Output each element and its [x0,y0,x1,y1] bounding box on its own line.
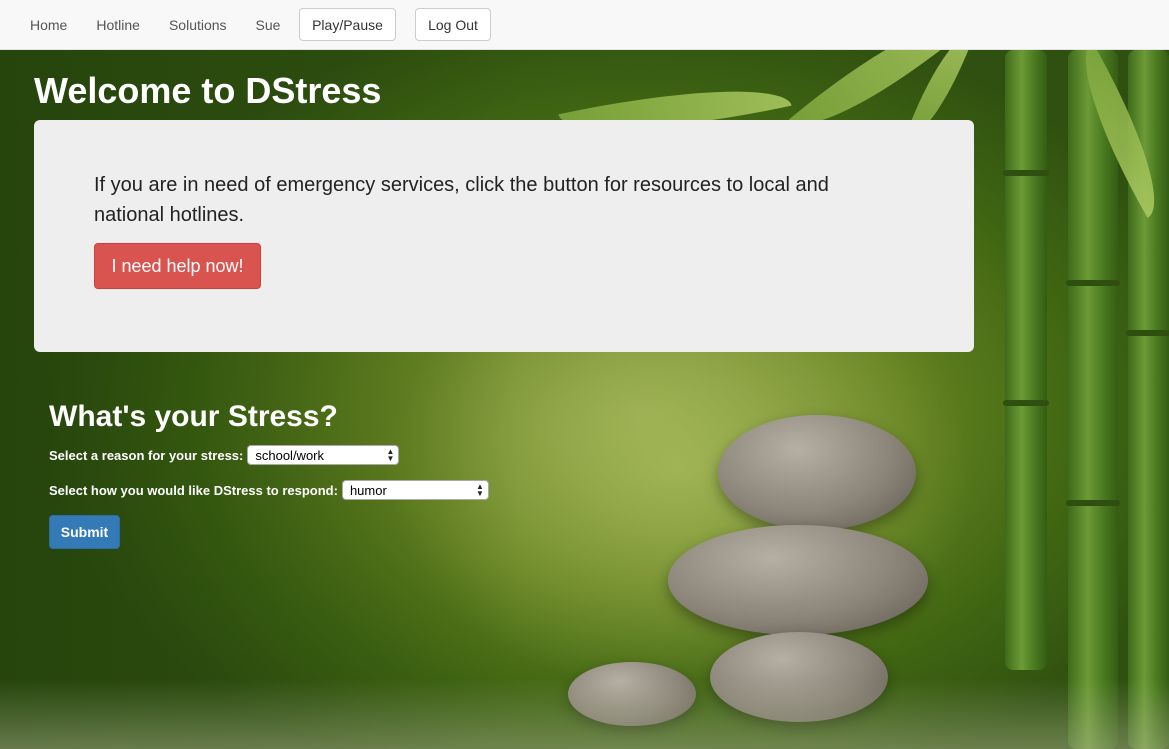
water-reflection [0,679,1169,749]
help-now-button[interactable]: I need help now! [94,243,261,289]
reason-row: Select a reason for your stress: school/… [49,445,400,465]
nav-hotline-link[interactable]: Hotline [82,0,155,50]
bamboo-stalk [1066,50,1120,749]
bamboo-node [1066,280,1120,286]
emergency-message: If you are in need of emergency services… [94,174,829,226]
reason-select-value: school/work [255,447,324,463]
respond-label: Select how you would like DStress to res… [49,482,338,498]
reason-select[interactable]: school/work ▲ ▼ [247,445,400,465]
bamboo-stalk [1003,50,1049,670]
respond-select-value: humor [349,482,387,498]
bamboo-node [1126,330,1169,336]
bamboo-node [1003,400,1049,406]
stress-heading: What's your Stress? [49,400,338,433]
bamboo-node [1003,170,1049,176]
page-title: Welcome to DStress [34,70,382,111]
respond-select[interactable]: humor ▲ ▼ [341,480,489,500]
stone-top [718,415,916,530]
top-navbar: Home Hotline Solutions Sue Play/Pause Lo… [0,0,1169,50]
bamboo-node [1066,500,1120,506]
updown-arrows-icon: ▲ ▼ [386,447,395,463]
nav-user-link[interactable]: Sue [241,0,295,50]
respond-row: Select how you would like DStress to res… [49,480,489,500]
submit-button[interactable]: Submit [49,515,120,549]
logout-button[interactable]: Log Out [415,8,491,41]
play-pause-button[interactable]: Play/Pause [299,8,396,41]
nav-solutions-link[interactable]: Solutions [154,0,241,50]
updown-arrows-icon: ▲ ▼ [476,482,484,498]
nav-home-link[interactable]: Home [0,0,82,50]
emergency-panel: If you are in need of emergency services… [34,120,974,352]
reason-label: Select a reason for your stress: [49,447,244,463]
stone-middle [668,525,928,635]
